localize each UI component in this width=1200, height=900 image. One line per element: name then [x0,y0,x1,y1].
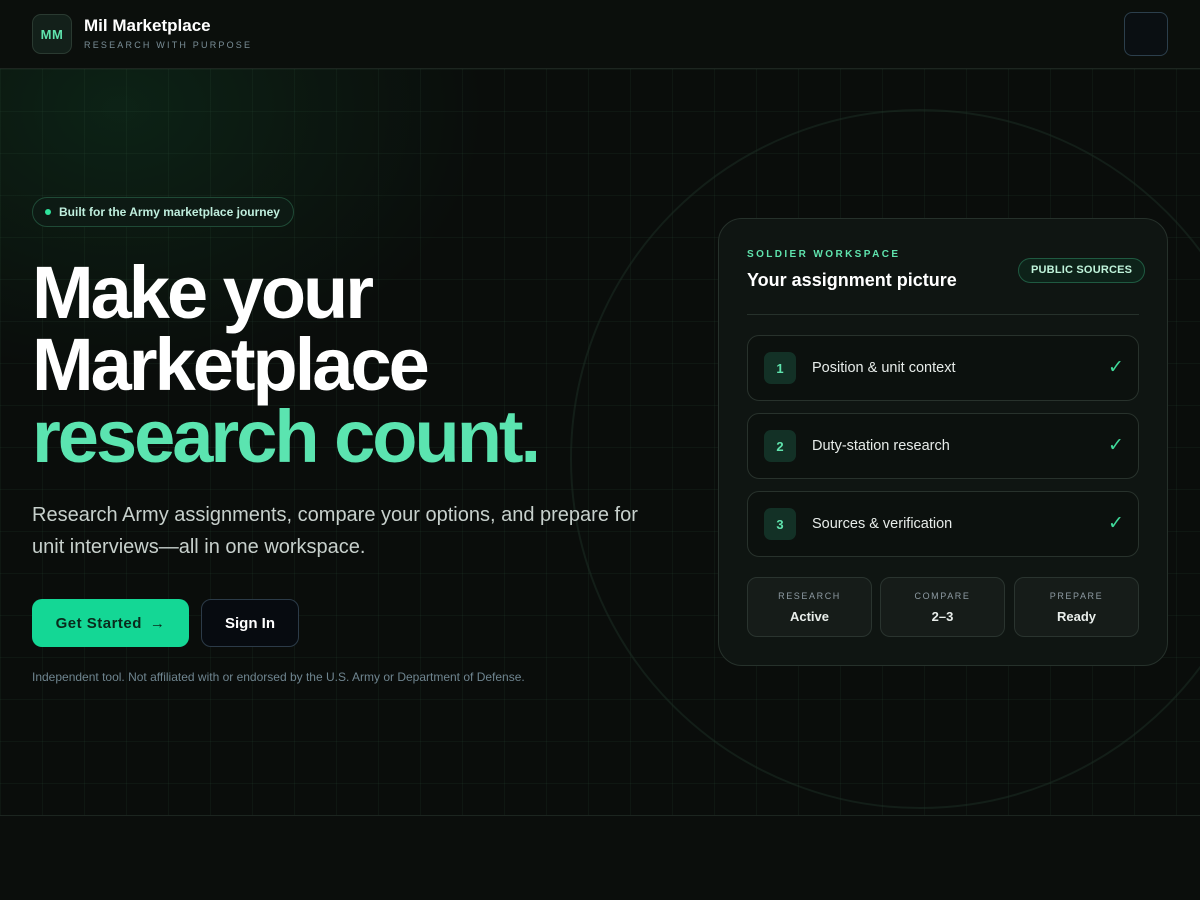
stat-label: RESEARCH [778,591,841,601]
get-started-label: Get Started [55,614,142,632]
disclaimer: Independent tool. Not affiliated with or… [32,670,525,684]
checkmark-icon: ✓ [1108,435,1124,456]
workspace-title: Your assignment picture [747,270,957,290]
workspace-step[interactable]: 3 Sources & verification ✓ [747,491,1139,557]
hero-badge: Built for the Army marketplace journey [32,197,294,227]
card-divider [747,314,1139,315]
step-number: 1 [764,352,796,384]
checkmark-icon: ✓ [1108,357,1124,378]
brand-name[interactable]: Mil Marketplace [84,16,211,36]
stat-label: PREPARE [1049,591,1104,601]
stat-label: COMPARE [914,591,971,601]
brand-tagline: RESEARCH WITH PURPOSE [84,40,253,50]
headline-line-2: Marketplace [32,323,430,406]
stat-compare: COMPARE 2–3 [880,577,1005,637]
site-header: MM Mil Marketplace RESEARCH WITH PURPOSE [0,0,1200,69]
stat-prepare: PREPARE Ready [1014,577,1139,637]
headline-line-1: Make your [32,251,374,334]
arrow-right-icon: → [149,614,166,632]
step-label: Duty-station research [812,438,950,454]
workspace-step[interactable]: 1 Position & unit context ✓ [747,335,1139,401]
headline-line-3: research count. [32,395,541,478]
hero-subtitle: Research Army assignments, compare your … [32,504,638,558]
hero-badge-text: Built for the Army marketplace journey [59,205,280,219]
hero-section: Built for the Army marketplace journey M… [0,69,1200,815]
step-label: Position & unit context [812,360,956,376]
step-number: 2 [764,430,796,462]
workspace-step[interactable]: 2 Duty-station research ✓ [747,413,1139,479]
status-dot-icon [45,209,51,215]
hero-headline: Make your Marketplace research count. [32,256,541,474]
sign-in-label: Sign In [225,614,275,632]
footer-band [0,815,1200,900]
step-number: 3 [764,508,796,540]
get-started-button[interactable]: Get Started → [32,599,189,647]
stat-value: Active [789,609,830,624]
workspace-kicker: SOLDIER WORKSPACE [747,249,901,260]
workspace-card: SOLDIER WORKSPACE Your assignment pictur… [718,218,1168,666]
checkmark-icon: ✓ [1108,513,1124,534]
brand-logo[interactable]: MM [32,14,72,54]
menu-button[interactable] [1124,12,1168,56]
stat-research: RESEARCH Active [747,577,872,637]
sign-in-button[interactable]: Sign In [201,599,299,647]
public-sources-badge: PUBLIC SOURCES [1018,258,1146,283]
step-label: Sources & verification [812,516,953,532]
stat-value: Ready [1056,609,1097,624]
stat-value: 2–3 [931,609,954,624]
